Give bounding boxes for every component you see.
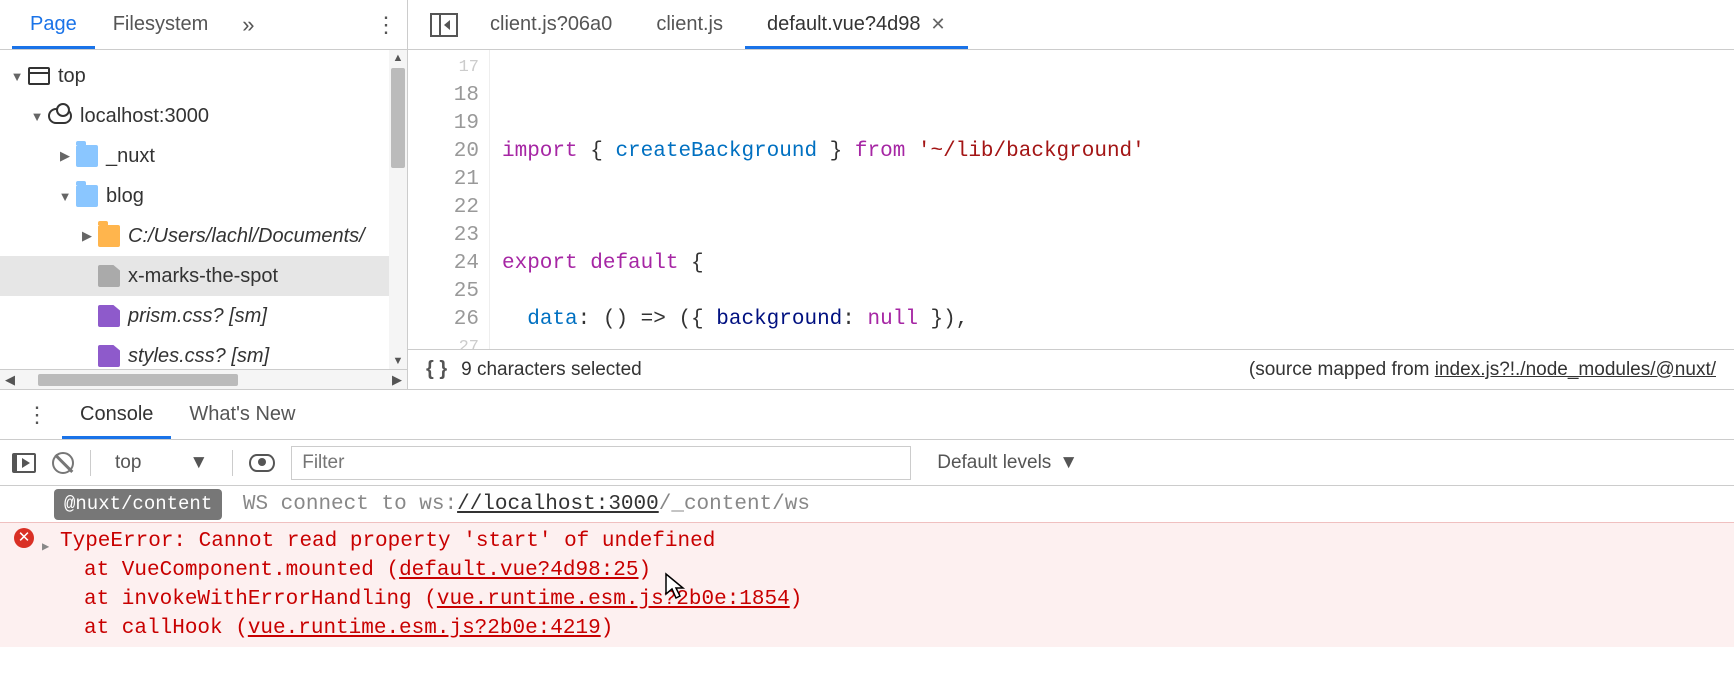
sidebar-kebab-icon[interactable]: ⋮ [375,12,395,38]
tree-top[interactable]: ▼ top [0,56,407,96]
cloud-icon [48,108,72,124]
tree-label: top [58,65,86,88]
pretty-print-icon[interactable]: { } [426,358,447,381]
editor-tab-2[interactable]: client.js [634,1,745,48]
close-icon[interactable]: ✕ [930,14,945,35]
separator [232,450,233,476]
tree-file-styles[interactable]: styles.css? [sm] [0,336,407,369]
sidebar-tab-strip: Page Filesystem » ⋮ [0,0,407,50]
ws-link[interactable]: //localhost:3000 [457,493,659,516]
selection-status: 9 characters selected [461,359,642,381]
file-icon [98,345,120,367]
line-gutter: 17 18 19 20 21 22 23 24 25 26 27 [408,50,490,349]
scroll-thumb[interactable] [391,68,405,168]
file-icon [98,305,120,327]
editor-statusbar: { } 9 characters selected (source mapped… [408,349,1734,389]
tab-label: client.js [656,13,723,36]
filter-input[interactable] [291,446,911,480]
error-message: TypeError: Cannot read property 'start' … [50,527,1722,556]
error-row[interactable]: ✕ ▶ TypeError: Cannot read property 'sta… [0,522,1734,647]
editor-tab-1[interactable]: client.js?06a0 [468,1,634,48]
tab-console[interactable]: Console [62,391,171,438]
log-badge: @nuxt/content [54,489,222,520]
frame-icon [28,67,50,85]
execution-context-select[interactable]: top ▼ [107,450,216,476]
toggle-sidebar-icon[interactable] [12,453,36,473]
stack-link[interactable]: vue.runtime.esm.js?2b0e:4219 [248,617,601,640]
drawer-kebab-icon[interactable]: ⋮ [12,402,62,428]
sourcemap-link[interactable]: index.js?!./node_modules/@nuxt/ [1435,359,1716,380]
separator [90,450,91,476]
error-icon: ✕ [14,528,34,548]
tree-label: prism.css? [sm] [128,305,267,328]
chevron-down-icon: ▼ [30,109,44,124]
tab-label: client.js?06a0 [490,13,612,36]
tab-page[interactable]: Page [12,1,95,48]
chevron-right-icon[interactable]: ▶ [42,533,49,562]
stack-frame: at callHook (vue.runtime.esm.js?2b0e:421… [50,614,1722,643]
context-label: top [115,452,141,474]
editor-tab-3[interactable]: default.vue?4d98 ✕ [745,1,968,48]
chevron-down-icon: ▼ [189,452,208,474]
editor-region: client.js?06a0 client.js default.vue?4d9… [408,0,1734,389]
scroll-left-icon[interactable]: ◀ [0,372,20,388]
tree-label: _nuxt [106,145,155,168]
scroll-up-icon[interactable]: ▲ [389,52,407,64]
tab-label: default.vue?4d98 [767,13,920,36]
tree-file-prism[interactable]: prism.css? [sm] [0,296,407,336]
more-tabs-icon[interactable]: » [242,12,254,38]
console-toolbar: top ▼ Default levels ▼ [0,440,1734,486]
tree-label: localhost:3000 [80,105,209,128]
chevron-down-icon: ▼ [1059,452,1078,474]
clear-console-icon[interactable] [52,452,74,474]
levels-label: Default levels [937,452,1051,474]
tree-label: styles.css? [sm] [128,345,269,368]
stack-link[interactable]: default.vue?4d98:25 [399,559,638,582]
file-icon [98,265,120,287]
stack-link[interactable]: vue.runtime.esm.js?2b0e:1854 [437,588,790,611]
tab-filesystem[interactable]: Filesystem [95,1,227,48]
code-editor[interactable]: 17 18 19 20 21 22 23 24 25 26 27 import … [408,50,1734,349]
code-content[interactable]: import { createBackground } from '~/lib/… [490,50,1271,349]
sourcemap-info: (source mapped from index.js?!./node_mod… [1249,359,1716,381]
toggle-navigator-icon[interactable] [420,9,468,41]
scroll-right-icon[interactable]: ▶ [387,372,407,388]
sidebar-h-scrollbar[interactable]: ◀ ▶ [0,369,407,389]
sources-sidebar: Page Filesystem » ⋮ ▼ top ▼ localhost:30… [0,0,408,389]
scroll-down-icon[interactable]: ▼ [389,355,407,367]
folder-icon [76,185,98,207]
console-panel: ⋮ Console What's New top ▼ Default level… [0,390,1734,647]
stack-frame: at invokeWithErrorHandling (vue.runtime.… [50,585,1722,614]
drawer-tab-strip: ⋮ Console What's New [0,390,1734,440]
console-output[interactable]: @nuxt/content WS connect to ws://localho… [0,486,1734,647]
folder-icon [76,145,98,167]
chevron-down-icon: ▼ [10,69,24,84]
tree-label: x-marks-the-spot [128,265,278,288]
log-row[interactable]: @nuxt/content WS connect to ws://localho… [0,486,1734,522]
tree-label: blog [106,185,144,208]
sidebar-v-scrollbar[interactable]: ▲ ▼ [389,50,407,369]
editor-tab-strip: client.js?06a0 client.js default.vue?4d9… [408,0,1734,50]
scroll-track[interactable] [20,373,387,387]
folder-icon [98,225,120,247]
file-tree: ▼ top ▼ localhost:3000 ▶ _nuxt ▼ blog ▶ [0,50,407,369]
stack-frame: at VueComponent.mounted (default.vue?4d9… [50,556,1722,585]
tree-host[interactable]: ▼ localhost:3000 [0,96,407,136]
live-expression-icon[interactable] [249,454,275,472]
tab-whats-new[interactable]: What's New [171,391,313,438]
tree-folder-nuxt[interactable]: ▶ _nuxt [0,136,407,176]
tree-folder-blog[interactable]: ▼ blog [0,176,407,216]
tree-folder-documents[interactable]: ▶ C:/Users/lachl/Documents/ [0,216,407,256]
chevron-right-icon: ▶ [80,228,94,244]
log-levels-select[interactable]: Default levels ▼ [937,452,1078,474]
tree-label: C:/Users/lachl/Documents/ [128,225,365,248]
tree-file-spot[interactable]: x-marks-the-spot [0,256,407,296]
scroll-thumb[interactable] [38,374,238,386]
chevron-right-icon: ▶ [58,148,72,164]
chevron-down-icon: ▼ [58,189,72,204]
